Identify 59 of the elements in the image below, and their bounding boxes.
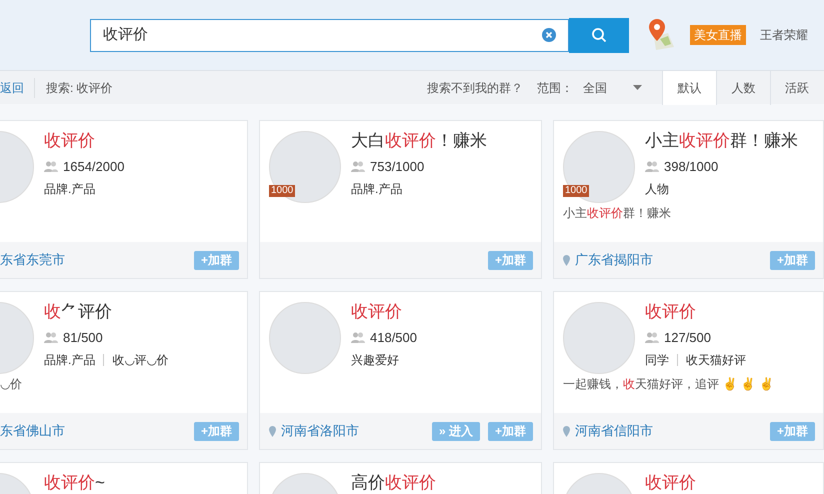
member-count: 753/1000 (370, 158, 424, 176)
sort-tab[interactable]: 默认 (662, 70, 716, 104)
location-link[interactable]: 东省东莞市 (0, 250, 65, 270)
group-tag: 收天猫好评 (686, 350, 746, 368)
member-count: 398/1000 (664, 158, 718, 176)
location-link[interactable]: 河南省洛阳市 (281, 421, 359, 441)
location-pin-icon (269, 426, 276, 436)
search-button[interactable] (569, 18, 629, 52)
clear-icon[interactable] (542, 28, 556, 42)
members-icon (44, 332, 58, 344)
group-title[interactable]: 收评价~ (44, 473, 105, 493)
help-link[interactable]: 搜索不到我的群？ (427, 78, 523, 96)
search-input[interactable]: 收评价 (103, 24, 542, 46)
sort-tab[interactable]: 人数 (716, 70, 770, 104)
location-link[interactable]: 河南省信阳市 (575, 421, 653, 441)
group-description: 小主收评价群！赚米 (563, 205, 671, 222)
group-tag: 品牌.产品 (44, 180, 96, 198)
sort-tab[interactable]: 活跃 (770, 70, 824, 104)
group-description: ◡价 (0, 376, 22, 393)
search-query-text: 搜索: 收评价 (46, 80, 113, 96)
members-icon (351, 161, 365, 172)
group-tag: 兴趣爱好 (351, 350, 399, 368)
group-title[interactable]: 收评价 (645, 473, 696, 493)
search-icon (591, 27, 607, 43)
location-pin-icon (563, 426, 570, 436)
location-link[interactable]: 东省佛山市 (0, 421, 65, 441)
members-icon (645, 332, 659, 344)
location-pin-icon (563, 254, 570, 266)
group-title[interactable]: 收⺈评价 (44, 302, 168, 322)
member-count: 81/500 (63, 329, 103, 347)
member-count: 127/500 (664, 329, 711, 347)
back-link[interactable]: 返回 (0, 78, 34, 96)
members-icon (44, 161, 58, 172)
group-tag: 品牌.产品 (351, 180, 402, 198)
caret-icon (633, 85, 642, 90)
range-label: 范围： (537, 80, 573, 96)
group-title[interactable]: 收评价 (44, 131, 124, 151)
level-badge: 1000 (269, 185, 296, 197)
map-pin-icon[interactable] (646, 19, 676, 51)
group-tag: 品牌.产品 (44, 350, 96, 368)
group-title[interactable]: 小主收评价群！赚米 (645, 131, 798, 151)
live-badge[interactable]: 美女直播 (690, 25, 746, 45)
member-count: 1654/2000 (63, 158, 124, 176)
group-title[interactable]: 收评价 (351, 302, 417, 322)
range-dropdown[interactable]: 全国 (583, 78, 662, 96)
header-link[interactable]: 王者荣耀 (760, 26, 808, 44)
group-title[interactable]: 大白 收评价！赚米 (351, 131, 487, 151)
member-count: 418/500 (370, 329, 417, 347)
search-field[interactable]: 收评价 (90, 18, 569, 52)
group-description: 一起赚钱，收天猫好评，追评 ✌ ✌ ✌ (563, 376, 774, 393)
group-tag: 人物 (645, 180, 669, 198)
group-title[interactable]: 高价收评价 (351, 473, 436, 493)
members-icon (351, 332, 365, 344)
location-link[interactable]: 广东省揭阳市 (575, 250, 653, 270)
group-tag: 收◡评◡价 (112, 350, 168, 368)
group-title[interactable]: 收评价 (645, 302, 746, 322)
level-badge: 1000 (563, 185, 590, 197)
members-icon (645, 161, 659, 172)
group-tag: 同学 (645, 350, 669, 368)
